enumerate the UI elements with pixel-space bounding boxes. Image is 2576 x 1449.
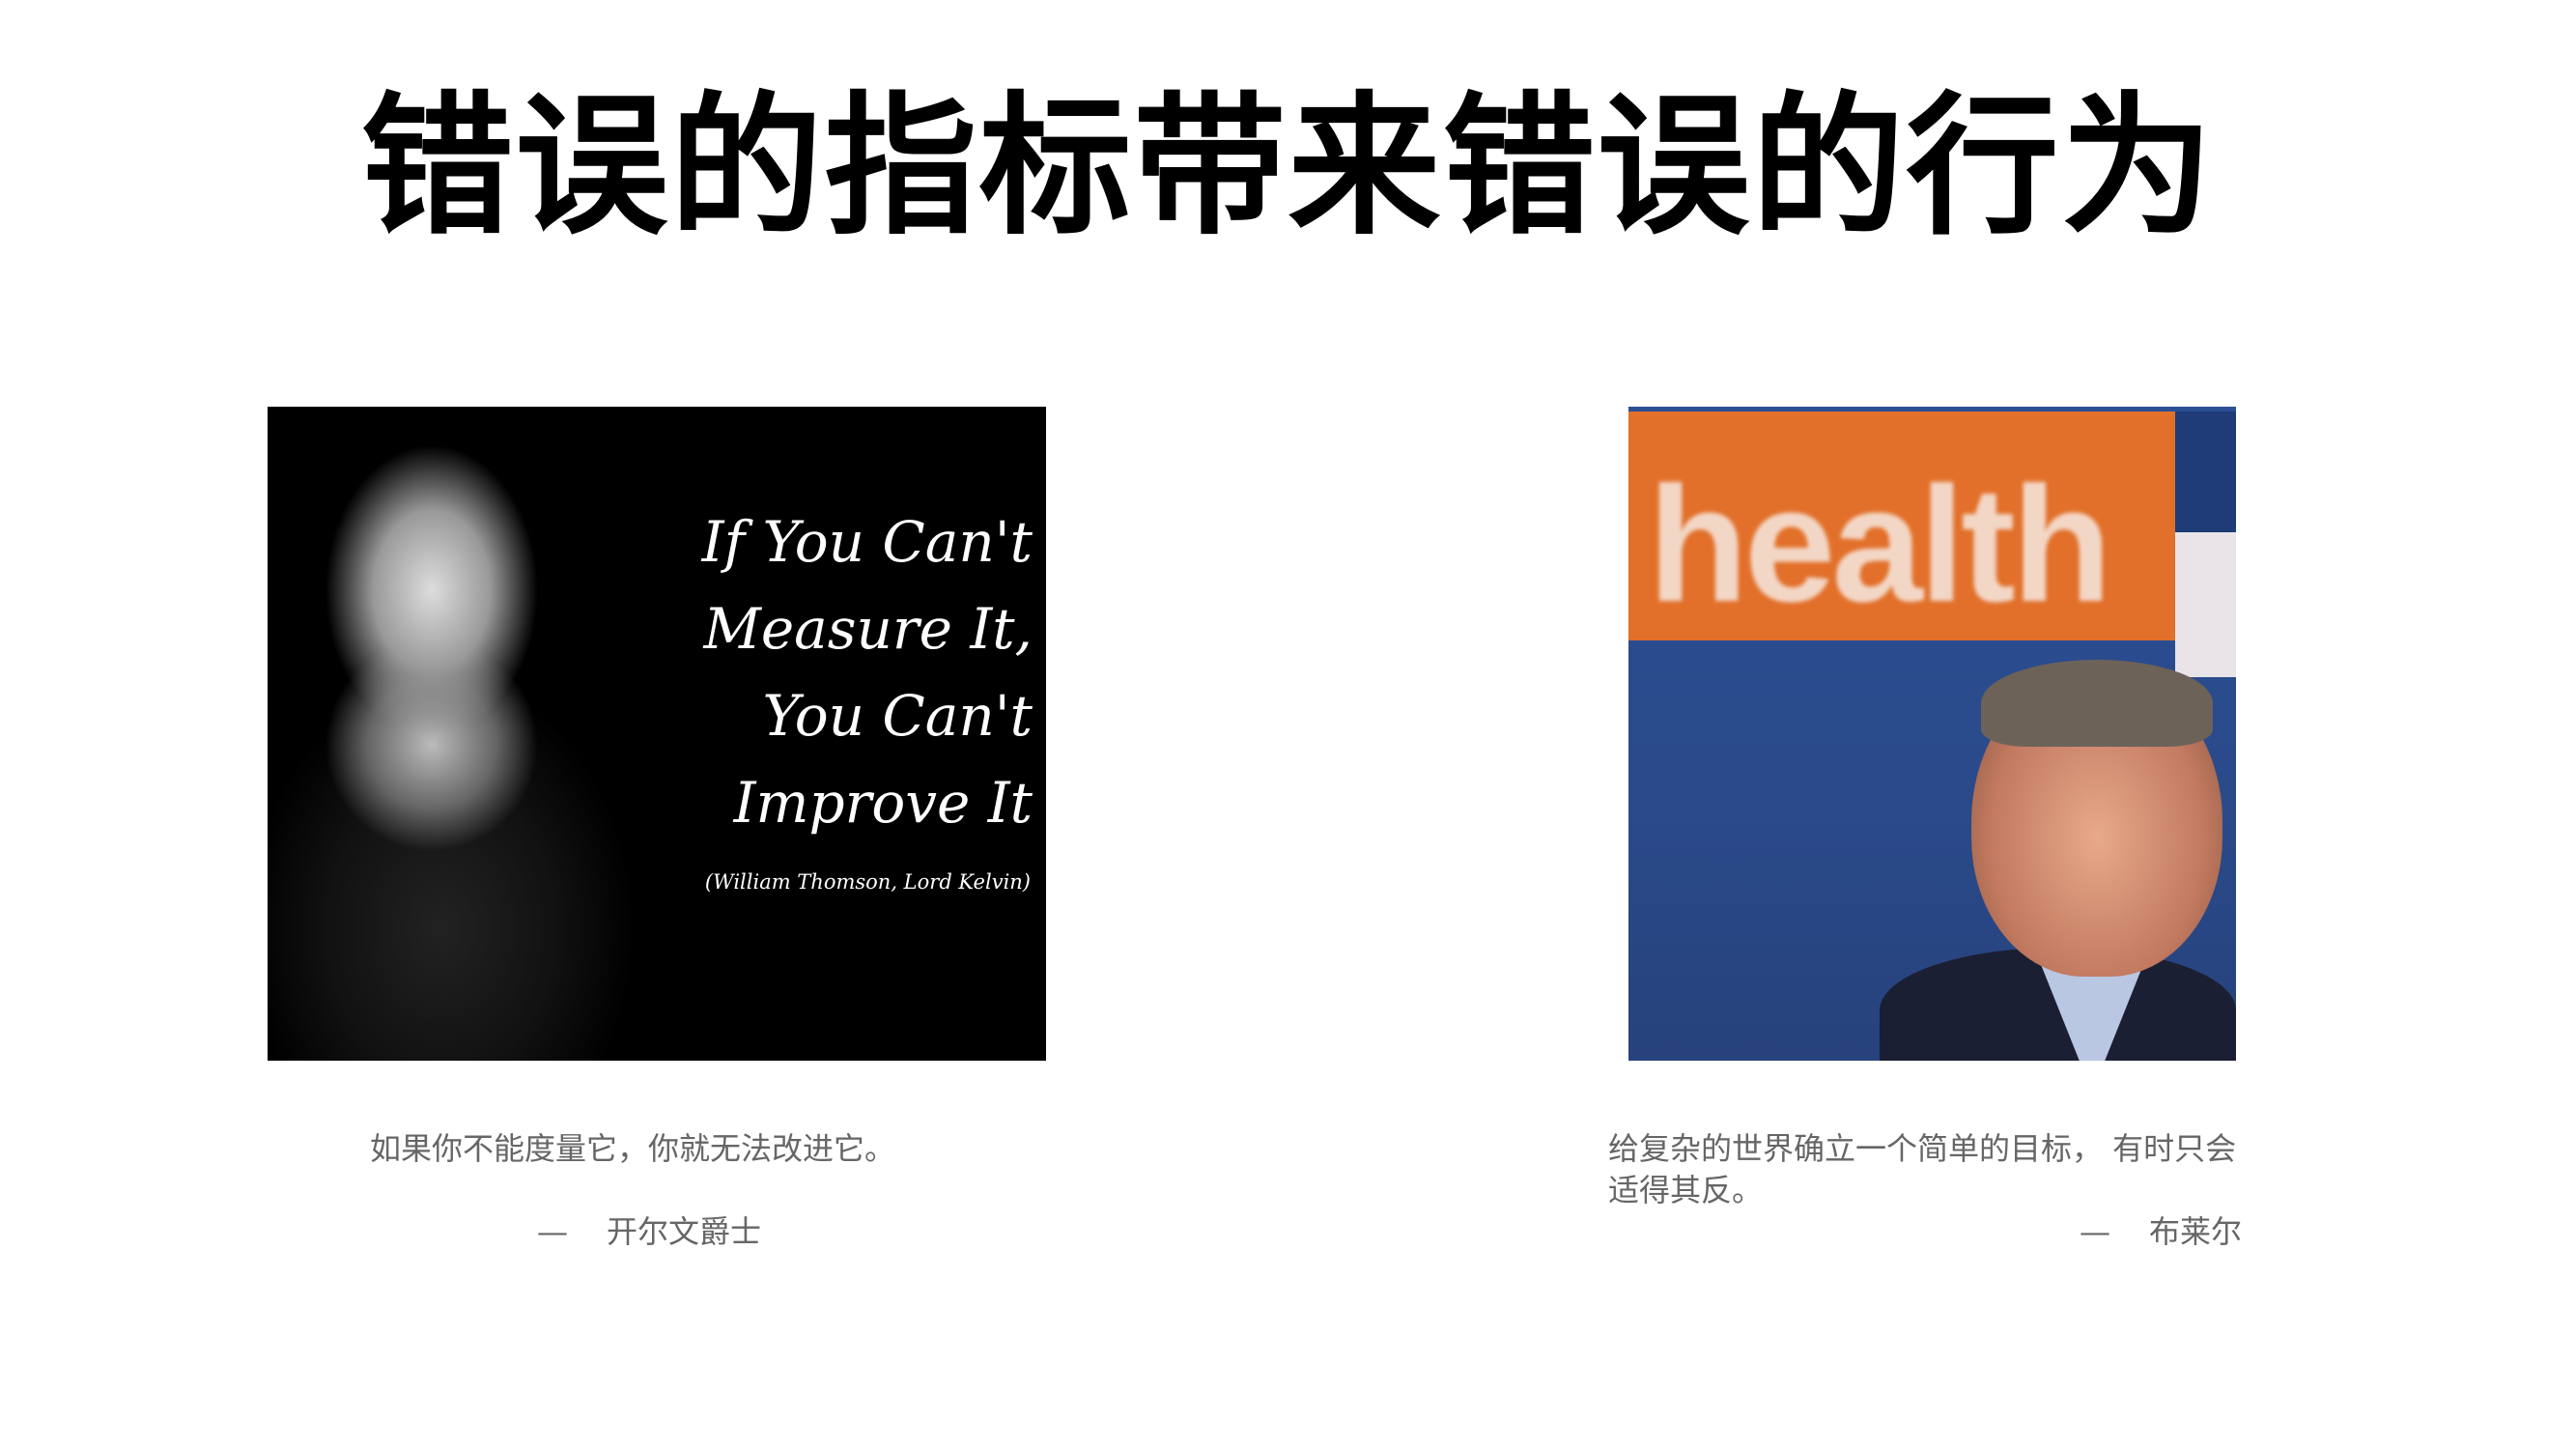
quote-line: You Can't [762, 683, 1033, 749]
blair-photo: health [1628, 407, 2236, 1061]
person-hair [1981, 660, 2213, 747]
dash: — [2080, 1213, 2110, 1250]
quote-line: Measure It, [703, 596, 1033, 662]
left-caption: 如果你不能度量它，你就无法改进它。 [370, 1130, 896, 1167]
kelvin-quote-image: If You Can't Measure It, You Can't Impro… [268, 407, 1046, 1061]
banner-white-panel [2175, 532, 2236, 677]
banner-text: health [1648, 453, 2112, 637]
right-caption: 给复杂的世界确立一个简单的目标， 有时只会适得其反。 [1608, 1130, 2237, 1208]
image-quote-text: If You Can't Measure It, You Can't Impro… [702, 498, 1033, 846]
health-banner: health [1628, 412, 2175, 640]
slide-title: 错误的指标带来错误的行为 [360, 78, 2216, 256]
author-name: 开尔文爵士 [607, 1213, 762, 1250]
right-author: — 布莱尔 [2080, 1211, 2242, 1253]
image-attribution: (William Thomson, Lord Kelvin) [704, 870, 1031, 894]
kelvin-portrait [268, 426, 731, 1061]
dash: — [537, 1213, 568, 1250]
left-author: — 开尔文爵士 [537, 1211, 761, 1253]
quote-line: Improve It [733, 770, 1033, 836]
quote-line: If You Can't [701, 509, 1033, 575]
author-name: 布莱尔 [2149, 1213, 2243, 1250]
